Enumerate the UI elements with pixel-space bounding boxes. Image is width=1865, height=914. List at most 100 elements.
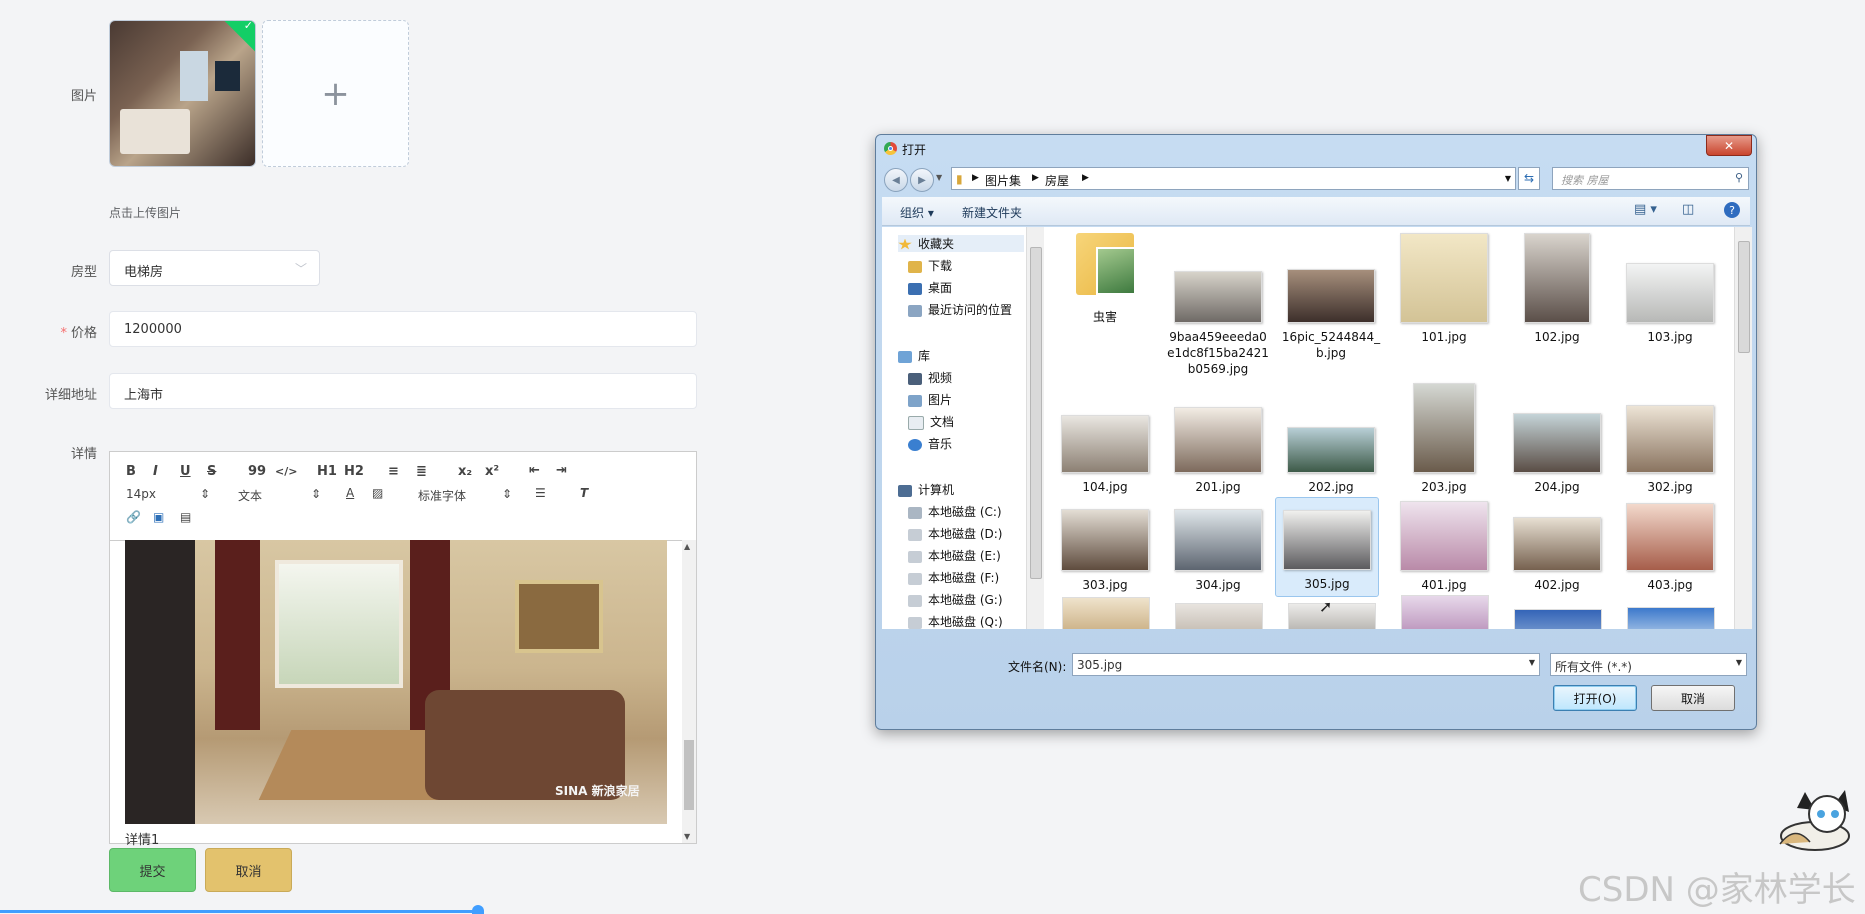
dialog-cancel-button[interactable]: 取消: [1651, 685, 1735, 711]
forward-button[interactable]: ▶: [910, 168, 934, 192]
nav-scrollbar[interactable]: [1026, 227, 1044, 629]
nav-music[interactable]: 音乐: [908, 435, 952, 452]
nav-recent[interactable]: 最近访问的位置: [908, 301, 1012, 318]
image-icon[interactable]: ▣: [153, 510, 164, 524]
breadcrumb-houses[interactable]: 房屋: [1045, 172, 1069, 189]
editor-scroll-thumb[interactable]: [684, 740, 694, 810]
room-type-select[interactable]: 电梯房 ﹀: [109, 250, 320, 286]
link-icon[interactable]: 🔗: [126, 510, 141, 524]
submit-button[interactable]: 提交: [109, 848, 196, 892]
indent-button[interactable]: ⇥: [556, 463, 567, 478]
nav-documents[interactable]: 文档: [908, 413, 954, 430]
help-icon[interactable]: ?: [1724, 202, 1740, 218]
background-color-icon[interactable]: ▨: [372, 486, 383, 500]
file-item[interactable]: 302.jpg: [1618, 405, 1722, 495]
file-item[interactable]: 9baa459eeeda0e1dc8f15ba2421b0569.jpg: [1166, 271, 1270, 377]
open-button[interactable]: 打开(O): [1553, 685, 1637, 711]
file-item[interactable]: 304.jpg: [1166, 509, 1270, 593]
nav-drive-g[interactable]: 本地磁盘 (G:): [908, 591, 1003, 608]
nav-drive-c[interactable]: 本地磁盘 (C:): [908, 503, 1002, 520]
align-icon[interactable]: ☰: [535, 486, 546, 500]
folder-item[interactable]: 虫害: [1053, 233, 1157, 325]
italic-button[interactable]: I: [153, 464, 158, 479]
nav-libraries[interactable]: 库: [898, 347, 930, 364]
address-dropdown-icon[interactable]: ▼: [1505, 174, 1511, 183]
nav-pictures[interactable]: 图片: [908, 391, 952, 408]
subscript-button[interactable]: x₂: [458, 464, 472, 479]
cancel-button[interactable]: 取消: [205, 848, 292, 892]
editor-content[interactable]: SINA 新浪家居: [125, 540, 675, 835]
superscript-button[interactable]: x²: [485, 464, 499, 479]
price-input[interactable]: 1200000: [109, 311, 697, 347]
font-size-select[interactable]: 14px: [126, 487, 156, 501]
filename-dropdown-icon[interactable]: ▼: [1529, 658, 1535, 667]
file-item[interactable]: 204.jpg: [1505, 413, 1609, 495]
rich-text-editor[interactable]: B I U S 99 </> H1 H2 ≡ ≣ x₂ x² ⇤ ⇥ 14px …: [109, 451, 697, 848]
file-item[interactable]: 401.jpg: [1392, 501, 1496, 593]
text-type-select[interactable]: 文本: [238, 487, 262, 504]
underline-button[interactable]: U: [180, 464, 191, 479]
blockquote-button[interactable]: 99: [248, 464, 266, 479]
nav-drive-e[interactable]: 本地磁盘 (E:): [908, 547, 1001, 564]
files-scrollbar[interactable]: [1734, 227, 1752, 629]
nav-favorites[interactable]: 收藏夹: [898, 235, 1024, 252]
organize-button[interactable]: 组织 ▾: [900, 204, 934, 221]
bold-button[interactable]: B: [126, 464, 136, 479]
file-item[interactable]: 16pic_5244844_b.jpg: [1279, 269, 1383, 361]
close-button[interactable]: ✕: [1706, 135, 1752, 156]
files-scroll-thumb[interactable]: [1738, 241, 1750, 353]
address-input[interactable]: 上海市: [109, 373, 697, 409]
heading2-button[interactable]: H2: [344, 464, 364, 479]
preview-pane-icon[interactable]: ◫: [1682, 202, 1694, 217]
breadcrumb-pictures[interactable]: 图片集: [985, 172, 1021, 189]
file-item[interactable]: 303.jpg: [1053, 509, 1157, 593]
editor-scrollbar[interactable]: ▲ ▼: [682, 540, 696, 843]
nav-drive-d[interactable]: 本地磁盘 (D:): [908, 525, 1002, 542]
file-item[interactable]: 201.jpg: [1166, 407, 1270, 495]
file-item[interactable]: 103.jpg: [1618, 263, 1722, 345]
progress-handle[interactable]: [472, 905, 484, 914]
uploaded-image-thumbnail[interactable]: ✓: [109, 20, 256, 167]
nav-desktop[interactable]: 桌面: [908, 279, 952, 296]
refresh-button[interactable]: ⇆: [1518, 167, 1540, 190]
file-thumbnail-partial[interactable]: [1514, 609, 1602, 629]
search-box[interactable]: 搜索 房屋 ⚲: [1552, 167, 1749, 190]
code-button[interactable]: </>: [275, 465, 297, 478]
scroll-up-icon[interactable]: ▲: [684, 542, 690, 551]
font-color-icon[interactable]: A: [346, 486, 354, 500]
upload-add-button[interactable]: +: [262, 20, 409, 167]
nav-videos[interactable]: 视频: [908, 369, 952, 386]
new-folder-button[interactable]: 新建文件夹: [962, 204, 1022, 221]
view-options-icon[interactable]: ▤ ▾: [1634, 202, 1657, 217]
history-dropdown-icon[interactable]: ▼: [936, 173, 942, 182]
nav-computer[interactable]: 计算机: [898, 481, 954, 498]
file-item[interactable]: 101.jpg: [1392, 233, 1496, 345]
address-bar[interactable]: ▮ ▶ 图片集 ▶ 房屋 ▶ ▼: [951, 167, 1516, 190]
nav-scroll-thumb[interactable]: [1030, 247, 1042, 579]
file-thumbnail-partial[interactable]: [1175, 603, 1263, 629]
file-thumbnail-partial[interactable]: [1401, 595, 1489, 629]
video-icon[interactable]: ▤: [180, 510, 191, 524]
bullet-list-button[interactable]: ≣: [416, 464, 427, 479]
file-item[interactable]: 104.jpg: [1053, 415, 1157, 495]
file-type-filter[interactable]: 所有文件 (*.*) ▼: [1550, 653, 1747, 676]
file-item[interactable]: 202.jpg: [1279, 427, 1383, 495]
font-family-select[interactable]: 标准字体: [418, 487, 466, 504]
nav-drive-f[interactable]: 本地磁盘 (F:): [908, 569, 999, 586]
strikethrough-button[interactable]: S: [207, 464, 216, 479]
outdent-button[interactable]: ⇤: [529, 463, 540, 478]
heading1-button[interactable]: H1: [317, 464, 337, 479]
file-thumbnail-partial[interactable]: [1062, 597, 1150, 629]
file-item[interactable]: 402.jpg: [1505, 517, 1609, 593]
clear-format-icon[interactable]: T: [580, 486, 588, 500]
file-item[interactable]: 403.jpg: [1618, 503, 1722, 593]
file-thumbnail-partial[interactable]: [1627, 607, 1715, 629]
scroll-down-icon[interactable]: ▼: [684, 832, 690, 841]
ordered-list-button[interactable]: ≡: [388, 464, 399, 479]
nav-downloads[interactable]: 下载: [908, 257, 952, 274]
file-item-selected[interactable]: 305.jpg: [1275, 497, 1379, 597]
filename-input[interactable]: 305.jpg ▼: [1072, 653, 1540, 676]
back-button[interactable]: ◀: [884, 168, 908, 192]
file-item[interactable]: 203.jpg: [1392, 383, 1496, 495]
nav-drive-q[interactable]: 本地磁盘 (Q:): [908, 613, 1003, 629]
